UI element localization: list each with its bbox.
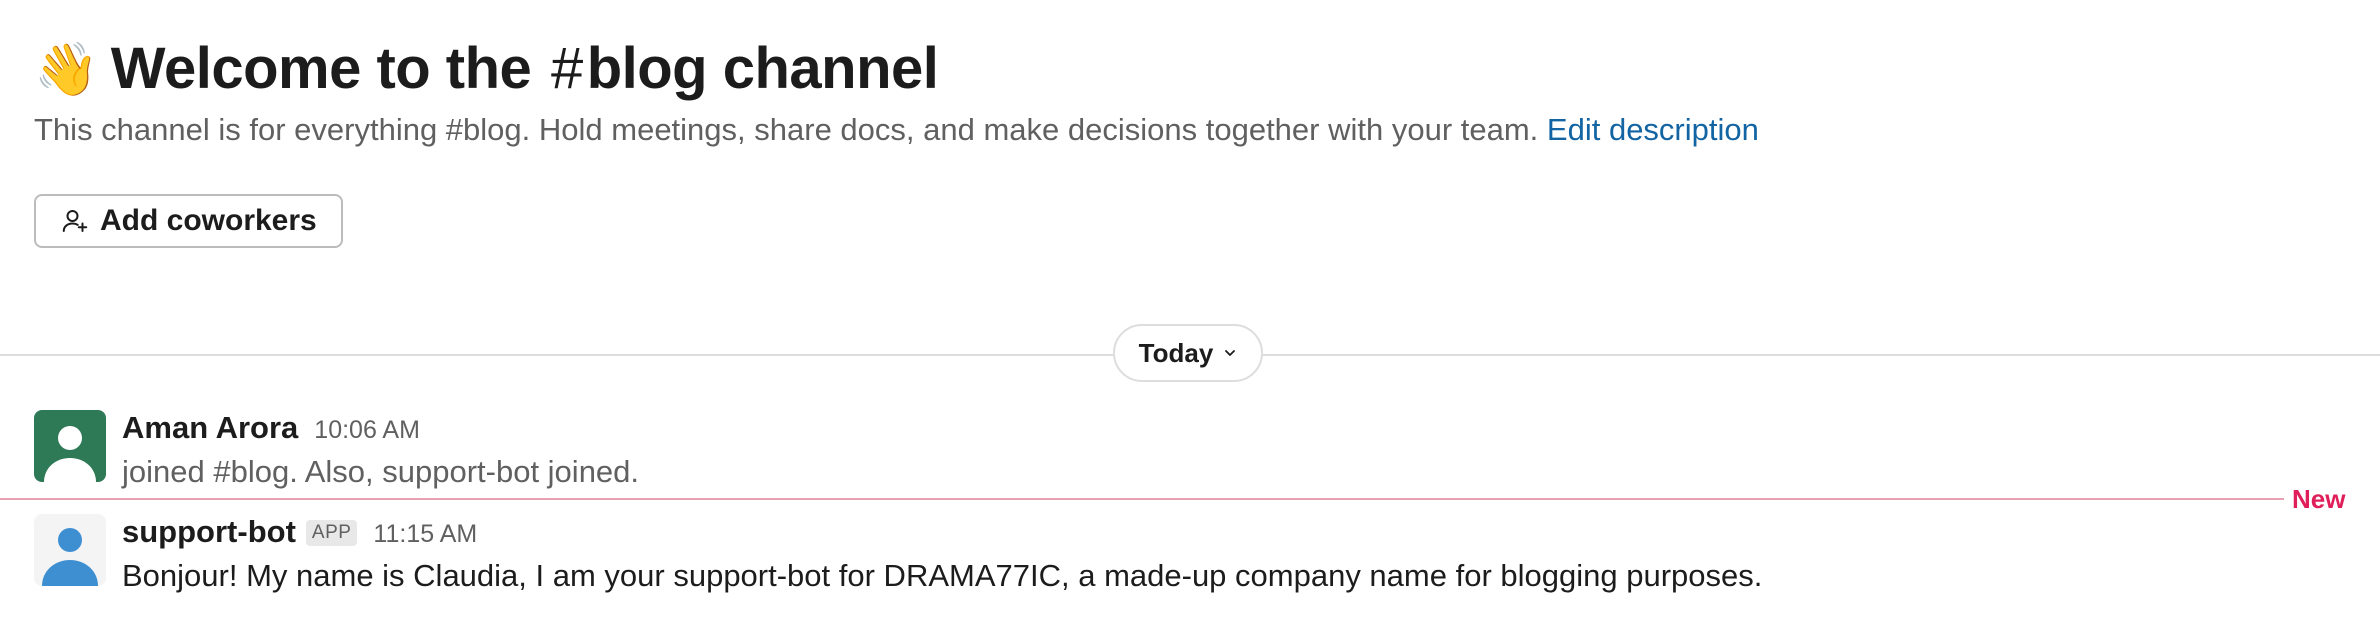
message-item[interactable]: support-bot APP 11:15 AM Bonjour! My nam… (34, 514, 2334, 593)
channel-name: blog channel (586, 35, 939, 101)
message-timestamp[interactable]: 10:06 AM (314, 416, 420, 445)
edit-description-link[interactable]: Edit description (1547, 112, 1759, 147)
hash-icon: # (550, 35, 583, 101)
message-body: support-bot APP 11:15 AM Bonjour! My nam… (122, 514, 1762, 594)
new-messages-label: New (2292, 484, 2346, 514)
message-body: Aman Arora 10:06 AM joined #blog. Also, … (122, 410, 639, 490)
date-divider-label: Today (1138, 337, 1214, 368)
message-author[interactable]: Aman Arora (122, 410, 298, 446)
message-timestamp[interactable]: 11:15 AM (373, 520, 477, 549)
avatar[interactable] (34, 410, 106, 482)
channel-description-text: This channel is for everything #blog. Ho… (34, 112, 1539, 147)
welcome-title: Welcome to the #blog channel (111, 35, 939, 102)
add-coworkers-label: Add coworkers (100, 204, 317, 237)
add-person-icon (62, 210, 88, 232)
message-header: support-bot APP 11:15 AM (122, 514, 1762, 550)
chevron-down-icon (1223, 346, 1237, 360)
message-item[interactable]: Aman Arora 10:06 AM joined #blog. Also, … (34, 410, 2334, 489)
channel-view: 👋 Welcome to the #blog channel This chan… (0, 0, 2380, 624)
add-coworkers-button[interactable]: Add coworkers (34, 194, 343, 248)
message-text: Bonjour! My name is Claudia, I am your s… (122, 558, 1763, 593)
message-header: Aman Arora 10:06 AM (122, 410, 639, 446)
new-messages-divider (0, 498, 2284, 500)
date-divider-today-button[interactable]: Today (1113, 324, 1263, 382)
channel-welcome-header: 👋 Welcome to the #blog channel (34, 28, 939, 108)
waving-hand-icon: 👋 (34, 41, 99, 99)
message-author[interactable]: support-bot (122, 514, 296, 550)
message-text: joined #blog. Also, support-bot joined. (122, 454, 640, 489)
avatar[interactable] (34, 514, 106, 586)
channel-description: This channel is for everything #blog. Ho… (34, 112, 1759, 148)
app-badge: APP (305, 520, 358, 546)
welcome-title-prefix: Welcome to the (110, 35, 532, 101)
